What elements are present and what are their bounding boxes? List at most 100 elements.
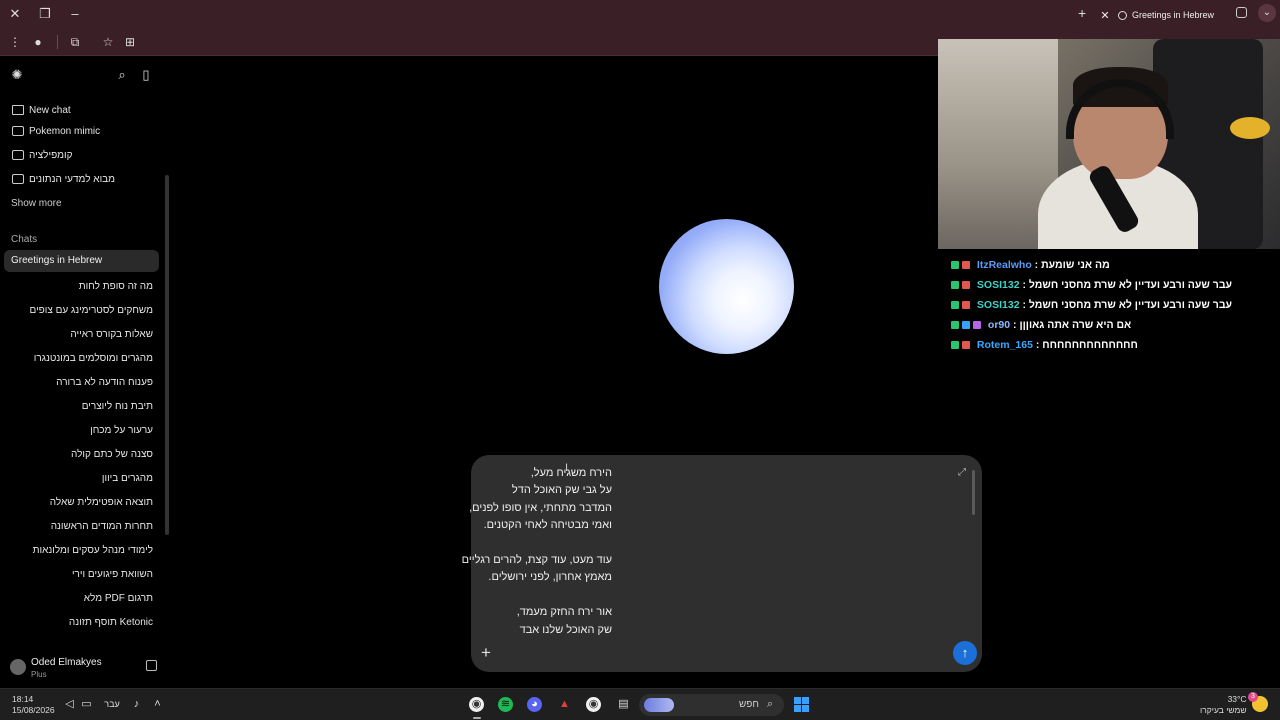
chat-item[interactable]: סצנה של כתם קולה (71, 449, 153, 460)
composer-text[interactable]: הירח משגיח מעל, על גבי שק האוכל הדל המדב… (462, 465, 612, 639)
sidebar-toggle-icon[interactable]: ▯ (138, 67, 154, 83)
stream-chat-user: Rotem_165 (976, 339, 1033, 351)
close-window-icon[interactable]: ✕ (7, 6, 23, 22)
tray-chevron-icon[interactable]: ˄ (150, 697, 165, 712)
badge-icon (973, 321, 981, 330)
chat-item[interactable]: תיבת נוח ליוצרים (82, 401, 153, 412)
chat-item[interactable]: פענוח הודעה לא ברורה (56, 377, 153, 388)
message-composer[interactable]: הירח משגיח מעל, על גבי שק האוכל הדל המדב… (462, 455, 982, 672)
menu-dots-icon[interactable]: ⋮ (7, 34, 23, 50)
chat-item[interactable]: תוצאה אופטימלית שאלה (50, 497, 153, 508)
taskbar-search[interactable]: חפש ⌕ (639, 694, 784, 716)
clock-date: 15/08/2026 (12, 705, 55, 715)
file-explorer-icon[interactable]: ▤ (616, 697, 631, 712)
chat-item[interactable]: Ketonic תוסף תזונה (69, 617, 153, 628)
avatar (10, 659, 26, 675)
chats-heading: Chats (11, 234, 38, 245)
search-icon: ⌕ (767, 698, 774, 710)
user-menu[interactable]: Oded Elmakyes Plus (0, 651, 172, 687)
stream-chat-message: עבר שעה ורבע ועדיין לא שרת מחסני חשמל (1028, 279, 1233, 291)
chat-item[interactable]: תרגום PDF מלא (84, 593, 153, 604)
language-indicator[interactable]: עבר (102, 697, 122, 712)
windows-start-icon[interactable] (794, 697, 809, 712)
badge-icon (951, 301, 959, 310)
voice-orb (659, 219, 794, 354)
composer-scrollbar[interactable] (972, 470, 975, 515)
attach-plus-icon[interactable]: + (481, 644, 491, 662)
chrome-app-icon[interactable]: ◉ (469, 697, 484, 712)
webcam-overlay (938, 39, 1280, 249)
tab-title: Greetings in Hebrew (1132, 10, 1215, 20)
close-tab-icon[interactable]: ✕ (1098, 9, 1112, 22)
chat-item[interactable]: לימודי מנהל עסקים ומלונאות (33, 545, 153, 556)
chat-item[interactable]: שאלות בקורס ראייה (70, 329, 153, 340)
project-item-data-science[interactable]: מבוא למדעי הנתונים (0, 168, 160, 190)
os-taskbar: 18:14 15/08/2026 ◁ ▭ עבר ♪ ˄ ◉ ≋ ◕ ▲ ◉ ▤… (0, 688, 1280, 720)
translate-icon[interactable]: ⊞ (122, 34, 138, 50)
restore-window-icon[interactable]: ❐ (37, 6, 53, 22)
project-item-pokemon[interactable]: Pokemon mimic (0, 120, 160, 142)
tab-list-chevron-icon[interactable]: ⌄ (1258, 4, 1276, 22)
badge-icon (962, 341, 970, 350)
stream-chat-line: or90 : אם היא שרה אתה גאוןןן (951, 319, 1131, 331)
stream-chat-user: or90 (987, 319, 1011, 331)
stream-chat-user: SOSI132 (976, 299, 1020, 311)
chrome-profile-app-icon[interactable]: ◉ (586, 697, 601, 712)
stream-chat-line: SOSI132 : עבר שעה ורבע ועדיין לא שרת מחס… (951, 299, 1232, 311)
minimize-window-icon[interactable]: – (67, 6, 83, 22)
sidebar-scrollbar[interactable] (165, 175, 169, 535)
badge-icon (962, 321, 970, 330)
stream-chat-user: SOSI132 (976, 279, 1020, 291)
project-label: קומפילציה (29, 149, 73, 161)
volume-icon[interactable]: ◁ (62, 697, 77, 712)
app-icon[interactable]: ▲ (557, 697, 572, 712)
project-item-compilation[interactable]: קומפילציה (0, 144, 160, 166)
badge-icon (951, 261, 959, 270)
chat-item[interactable]: תחרות המודים הראשונה (51, 521, 153, 532)
notification-badge: 3 (1248, 692, 1258, 702)
network-icon[interactable]: ▭ (79, 697, 94, 712)
upgrade-icon[interactable] (146, 660, 157, 671)
weather-description: שמשי בעיקרו (1200, 705, 1247, 715)
folder-icon (12, 174, 24, 184)
chat-item-label: Greetings in Hebrew (11, 255, 103, 266)
chatgpt-favicon-icon (1118, 10, 1127, 20)
search-icon[interactable]: ⌕ (114, 67, 130, 83)
show-more-link[interactable]: Show more (11, 198, 62, 209)
folder-icon (12, 126, 24, 136)
clock[interactable]: 18:14 15/08/2026 (12, 694, 55, 716)
weather-temperature: 33°C (1227, 694, 1247, 704)
toolbar-divider (57, 35, 58, 49)
discord-app-icon[interactable]: ◕ (527, 697, 542, 712)
weather-widget[interactable]: 33°C שמשי בעיקרו (1200, 694, 1247, 716)
new-chat-button[interactable]: New chat (0, 99, 160, 121)
extensions-icon[interactable]: ⧉ (67, 34, 83, 50)
chat-item-active[interactable]: Greetings in Hebrew (4, 250, 159, 272)
openai-logo-icon[interactable]: ✺ (9, 67, 25, 83)
chat-item[interactable]: ערעור על מכחן (90, 425, 153, 436)
chat-item[interactable]: מהגרים ומוסלמים במונטנגרו (34, 353, 153, 364)
active-app-indicator (473, 717, 481, 719)
spotify-app-icon[interactable]: ≋ (498, 697, 513, 712)
new-tab-icon[interactable]: + (1078, 5, 1086, 21)
browser-titlebar: ✕ ❐ – + ✕ Greetings in Hebrew ⌄ (0, 0, 1280, 28)
folder-icon (12, 150, 24, 160)
expand-icon[interactable]: ⤢ (958, 467, 966, 478)
bookmark-star-icon[interactable]: ☆ (100, 34, 116, 50)
new-chat-label: New chat (29, 104, 71, 116)
microphone-tray-icon[interactable]: ♪ (129, 697, 144, 712)
tab-search-icon[interactable] (1236, 7, 1247, 18)
user-name: Oded Elmakyes (31, 657, 102, 668)
chat-item[interactable]: מה זה סופת לחות (79, 281, 153, 292)
profile-icon[interactable]: ● (30, 34, 46, 50)
chat-item[interactable]: משחקים לסטרימינג עם צופים (29, 305, 153, 316)
chat-item[interactable]: השוואת פיגועים וירי (72, 569, 153, 580)
badge-icon (951, 341, 959, 350)
send-button[interactable]: ↑ (953, 641, 977, 665)
pencil-icon (12, 105, 24, 115)
search-highlight-icon (644, 698, 674, 712)
badge-icon (962, 301, 970, 310)
stream-chat-message: חחחחחחחחחחחחח (1042, 339, 1138, 351)
stream-chat-line: ItzRealwho : מה אני שומעת (951, 259, 1110, 271)
chat-item[interactable]: מהגרים ביוון (102, 473, 153, 484)
